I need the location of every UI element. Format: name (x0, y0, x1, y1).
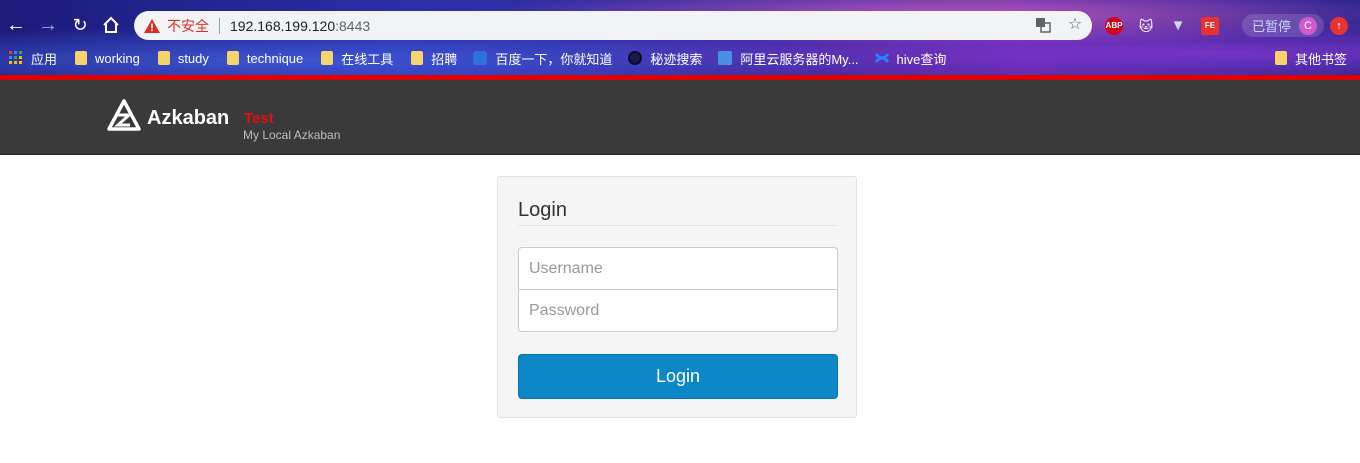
mijisou-icon (628, 51, 643, 65)
bookmark-apps[interactable]: 应用 (9, 45, 57, 71)
adblock-plus-icon[interactable]: ABP (1105, 17, 1123, 35)
bookmark-label: working (95, 50, 140, 66)
folder-icon (321, 51, 334, 65)
bookmark-label: 百度一下，你就知道 (495, 51, 613, 67)
bookmark-aliyun[interactable]: 阿里云服务器的My... (718, 45, 859, 71)
login-button[interactable]: Login (518, 354, 838, 399)
url-port[interactable]: :8443 (335, 18, 370, 34)
bookmark-label: technique (246, 50, 304, 66)
folder-icon (75, 51, 88, 65)
feather-icon (718, 51, 733, 65)
bookmark-label: study (177, 50, 209, 66)
bookmark-hive[interactable]: hive查询 (874, 45, 947, 71)
forward-arrow-icon[interactable]: → (36, 13, 60, 37)
environment-label: Test (244, 110, 274, 127)
fe-helper-icon[interactable]: FE (1201, 17, 1219, 35)
bookmark-other[interactable]: 其他书签 (1275, 45, 1347, 71)
back-arrow-icon[interactable]: ← (4, 13, 28, 37)
avatar: C (1299, 16, 1318, 35)
password-input[interactable] (518, 289, 838, 332)
brand-name[interactable]: Azkaban (147, 107, 229, 130)
bookmark-label: 其他书签 (1295, 51, 1348, 67)
bookmark-label: 秘迹搜索 (650, 51, 703, 67)
insecure-label[interactable]: 不安全 (167, 16, 209, 36)
omnibox-actions: ☆ (1034, 15, 1084, 35)
folder-icon (1275, 51, 1287, 65)
login-panel: Login Login (497, 176, 857, 418)
bookmark-label: 应用 (31, 51, 58, 67)
bookmark-working[interactable]: working (75, 45, 140, 71)
folder-icon (226, 51, 239, 65)
url-host[interactable]: 192.168.199.120 (230, 18, 335, 34)
cat-extension-icon[interactable]: 🐱 (1137, 17, 1155, 35)
omnibox-divider (219, 17, 220, 34)
app-header: Azkaban Test My Local Azkaban (0, 80, 1360, 155)
home-icon[interactable] (99, 13, 123, 37)
bookmark-label: hive查询 (896, 51, 947, 67)
paused-label: 已暂停 (1252, 19, 1292, 34)
bookmark-label: 在线工具 (341, 51, 394, 67)
bookmark-technique[interactable]: technique (226, 45, 304, 71)
baidu-icon (473, 51, 488, 65)
bookmark-study[interactable]: study (157, 45, 209, 71)
bookmark-jobs[interactable]: 招聘 (411, 45, 457, 71)
bookmark-online-tools[interactable]: 在线工具 (321, 45, 393, 71)
browser-toolbar: ← → ↻ 不安全 192.168.199.120:8443 ☆ ABP 🐱 ▼… (0, 6, 1360, 44)
bookmark-label: 招聘 (431, 51, 458, 67)
login-title: Login (518, 199, 567, 221)
bookmark-baidu[interactable]: 百度一下，你就知道 (473, 45, 612, 71)
profile-paused-chip[interactable]: 已暂停 C (1242, 14, 1324, 37)
bookmarks-bar: 应用 working study technique 在线工具 招聘 百度一下，… (0, 45, 1360, 71)
confluence-icon (874, 53, 889, 63)
azkaban-logo-icon[interactable] (107, 99, 141, 131)
username-input[interactable] (518, 247, 838, 290)
reload-icon[interactable]: ↻ (68, 13, 92, 37)
warning-icon[interactable] (144, 18, 160, 33)
bookmark-label: 阿里云服务器的My... (740, 51, 859, 67)
vue-devtools-icon[interactable]: ▼ (1169, 17, 1187, 35)
brand-subtitle: My Local Azkaban (243, 128, 341, 142)
folder-icon (157, 51, 170, 65)
address-bar[interactable]: 不安全 192.168.199.120:8443 ☆ (134, 11, 1092, 40)
folder-icon (411, 51, 424, 65)
bookmark-star-icon[interactable]: ☆ (1066, 15, 1084, 35)
bookmark-mijisou[interactable]: 秘迹搜索 (628, 45, 702, 71)
translate-icon[interactable] (1034, 15, 1052, 35)
title-divider (518, 225, 838, 226)
update-arrow-icon[interactable]: ↑ (1330, 17, 1348, 35)
browser-chrome: ← → ↻ 不安全 192.168.199.120:8443 ☆ ABP 🐱 ▼… (0, 0, 1360, 76)
apps-grid-icon (9, 51, 22, 64)
